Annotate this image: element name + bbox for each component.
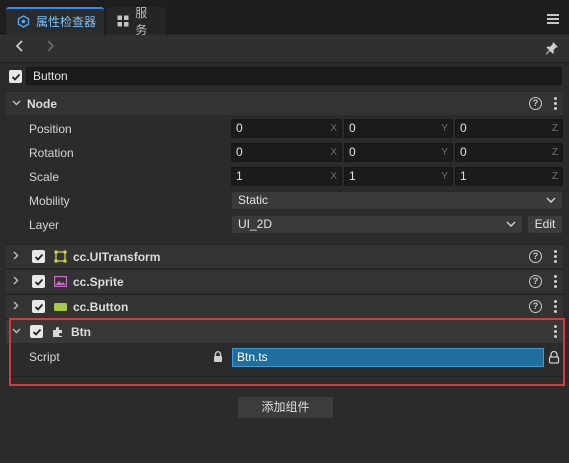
component-name: cc.Sprite <box>73 274 124 289</box>
grid-icon <box>116 14 129 28</box>
scale-y-input[interactable]: 1Y <box>344 167 453 186</box>
node-active-checkbox[interactable] <box>9 70 22 83</box>
component-header-button[interactable]: cc.Button <box>6 294 563 318</box>
node-name-input[interactable]: Button <box>26 67 562 85</box>
button-icon <box>54 300 67 313</box>
more-options-icon[interactable] <box>553 300 557 313</box>
tab-inspector[interactable]: 属性检查器 <box>6 7 104 34</box>
sprite-icon <box>54 275 67 288</box>
button-enabled-checkbox[interactable] <box>32 300 45 313</box>
sprite-enabled-checkbox[interactable] <box>32 275 45 288</box>
help-icon[interactable]: ? <box>529 97 542 110</box>
pin-icon[interactable] <box>545 41 559 55</box>
rotation-x-input[interactable]: 0X <box>231 143 342 162</box>
highlight-box <box>9 318 565 386</box>
forward-arrow-icon[interactable] <box>42 40 58 56</box>
position-y-input[interactable]: 0Y <box>344 119 453 138</box>
tab-services-label: 服务 <box>135 5 148 37</box>
position-x-input[interactable]: 0X <box>231 119 342 138</box>
help-icon[interactable]: ? <box>529 275 542 288</box>
more-options-icon[interactable] <box>553 250 557 263</box>
help-icon[interactable]: ? <box>529 300 542 313</box>
more-options-icon[interactable] <box>553 275 557 288</box>
transform-icon <box>54 250 67 263</box>
chevron-right-icon <box>9 301 23 313</box>
more-options-icon[interactable] <box>553 97 557 110</box>
position-z-input[interactable]: 0Z <box>455 119 563 138</box>
component-header-uitransform[interactable]: cc.UITransform <box>6 244 563 268</box>
rotation-label: Rotation <box>29 146 74 160</box>
layer-edit-button[interactable]: Edit <box>527 215 563 234</box>
rotation-y-input[interactable]: 0Y <box>344 143 453 162</box>
layer-label: Layer <box>29 218 60 232</box>
rotation-z-input[interactable]: 0Z <box>455 143 563 162</box>
chevron-right-icon <box>9 251 23 263</box>
inspector-icon <box>16 15 30 29</box>
mobility-label: Mobility <box>29 194 70 208</box>
tab-inspector-label: 属性检查器 <box>36 15 97 29</box>
scale-x-input[interactable]: 1X <box>231 167 342 186</box>
chevron-right-icon <box>9 276 23 288</box>
position-label: Position <box>29 122 72 136</box>
nav-row <box>0 35 569 63</box>
scale-label: Scale <box>29 170 60 184</box>
component-name: cc.UITransform <box>73 249 161 264</box>
node-section-title: Node <box>27 96 57 111</box>
panel-menu-icon[interactable] <box>547 14 559 24</box>
uitransform-enabled-checkbox[interactable] <box>32 250 45 263</box>
help-icon[interactable]: ? <box>529 250 542 263</box>
scale-z-input[interactable]: 1Z <box>455 167 563 186</box>
add-component-button[interactable]: 添加组件 <box>237 396 334 419</box>
component-name: cc.Button <box>73 299 129 314</box>
layer-select[interactable]: UI_2D <box>231 215 523 234</box>
chevron-down-icon <box>546 192 556 209</box>
mobility-select[interactable]: Static <box>231 191 563 210</box>
component-header-sprite[interactable]: cc.Sprite <box>6 269 563 293</box>
tab-services[interactable]: 服务 <box>106 6 166 37</box>
chevron-down-icon <box>9 98 23 109</box>
tab-bar: 属性检查器 服务 <box>0 0 569 37</box>
back-arrow-icon[interactable] <box>12 40 28 56</box>
node-section-header[interactable]: Node <box>6 91 563 115</box>
chevron-down-icon <box>506 216 516 233</box>
